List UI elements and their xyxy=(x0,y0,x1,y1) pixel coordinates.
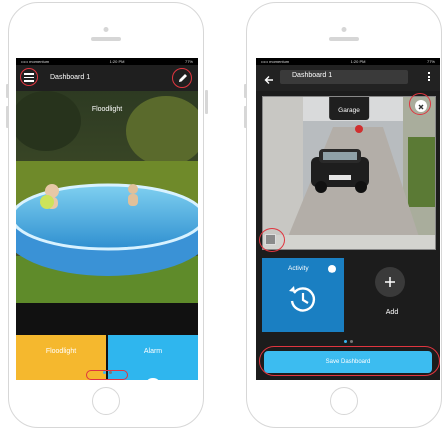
page-dot xyxy=(349,340,353,343)
highlight-edit-button xyxy=(172,68,192,88)
status-bar: ••••• momentum 1:20 PM 77% xyxy=(16,58,198,65)
more-vert-icon[interactable] xyxy=(428,72,430,81)
garage-camera-tile[interactable]: Garage xyxy=(262,96,436,250)
dashboard-title-field[interactable]: Dashboard 1 xyxy=(280,70,408,84)
clock-label: 1:20 PM xyxy=(350,59,366,64)
activity-tile[interactable]: Activity xyxy=(262,258,344,332)
highlight-page-indicator xyxy=(86,370,128,380)
page-indicator xyxy=(256,340,440,343)
dashboard-screen-view: ••••• momentum 1:20 PM 77% Dashboard 1 F… xyxy=(16,58,198,380)
app-header: Dashboard 1 xyxy=(256,65,440,91)
page-title: Dashboard 1 xyxy=(292,72,333,79)
carrier-label: ••••• momentum xyxy=(21,59,50,64)
close-icon[interactable] xyxy=(328,265,336,276)
clock-label: 1:20 PM xyxy=(109,59,125,64)
back-arrow-icon[interactable] xyxy=(264,72,274,90)
tile-label: Add xyxy=(385,309,399,316)
front-camera xyxy=(341,27,347,32)
plus-icon xyxy=(375,267,405,297)
power-button xyxy=(205,90,208,114)
camera-label-tab: Garage xyxy=(329,97,369,120)
floodlight-camera-image xyxy=(16,91,198,303)
camera-tile-label: Garage xyxy=(338,107,360,114)
home-button xyxy=(92,387,120,415)
home-button xyxy=(330,387,358,415)
camera-tile-label: Floodlight xyxy=(91,106,123,113)
page-dot-active xyxy=(343,340,347,343)
page-title: Dashboard 1 xyxy=(50,74,91,81)
volume-button xyxy=(6,106,9,128)
floodlight-camera-tile[interactable]: Floodlight xyxy=(16,91,198,303)
speaker-grille xyxy=(91,37,121,41)
status-bar: ••••• momentum 1:20 PM 77% xyxy=(256,58,440,65)
battery-label: 77% xyxy=(184,59,193,64)
app-header: Dashboard 1 xyxy=(16,65,198,91)
volume-button xyxy=(244,106,247,128)
add-tile[interactable]: Add xyxy=(350,258,434,332)
history-icon xyxy=(288,284,318,319)
bell-icon xyxy=(140,375,166,380)
highlight-remove-camera xyxy=(409,93,431,115)
volume-button xyxy=(6,84,9,98)
speaker-grille xyxy=(329,37,359,41)
highlight-menu-button xyxy=(20,68,38,86)
volume-button xyxy=(244,84,247,98)
front-camera xyxy=(103,27,109,32)
highlight-resize-handle xyxy=(259,228,285,252)
carrier-label: ••••• momentum xyxy=(261,59,290,64)
battery-label: 77% xyxy=(426,59,435,64)
highlight-save-button xyxy=(259,346,440,376)
floodlight-icon xyxy=(41,379,81,380)
tile-label: Floodlight xyxy=(45,348,77,355)
tile-label: Alarm xyxy=(143,348,163,355)
tile-label: Activity xyxy=(288,265,309,272)
